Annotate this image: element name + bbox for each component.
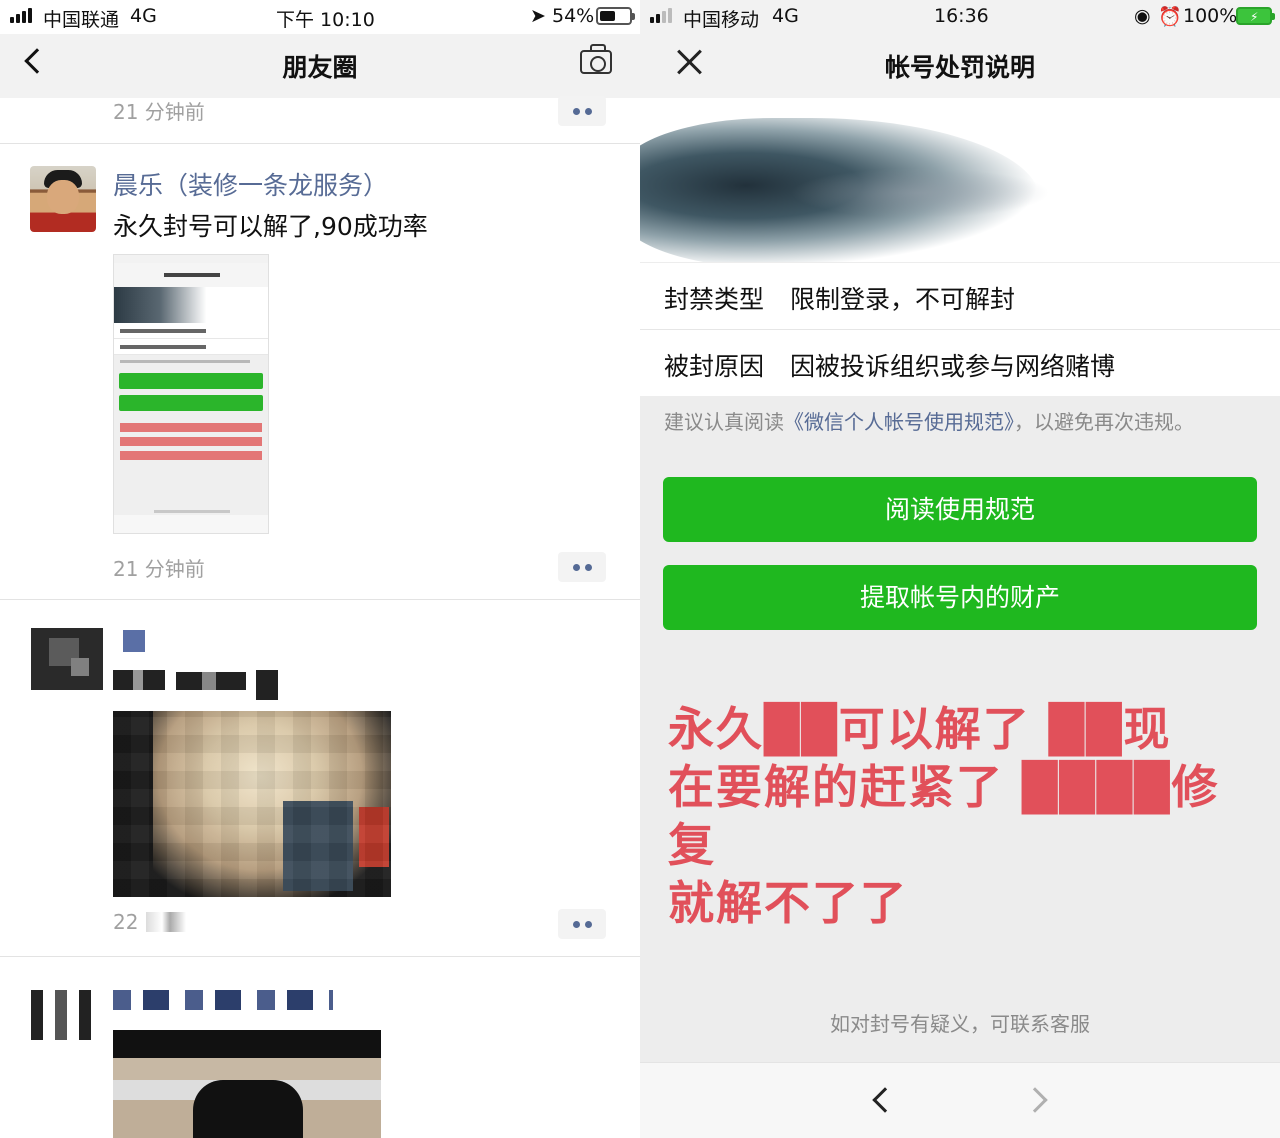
status-bar: 中国移动 4G 16:36 ◉ ⏰ 100% ⚡ [640, 0, 1280, 34]
usage-rules-link[interactable]: 《微信个人帐号使用规范》 [784, 410, 1014, 434]
pixelated-name [113, 990, 333, 1010]
back-arrow-icon[interactable] [872, 1087, 898, 1113]
status-time: 16:36 [934, 5, 989, 27]
nav-bar: 帐号处罚说明 [640, 34, 1280, 98]
pixelated-time [146, 912, 186, 932]
network-type: 4G [772, 5, 799, 27]
overlay-line-3: 就解不了了 [668, 876, 908, 930]
post-time-partial: 22 [113, 910, 139, 934]
status-time: 下午 10:10 [276, 9, 375, 31]
divider [0, 143, 640, 144]
moments-screen: 中国联通 4G 下午 10:10 ➤ 54% 朋友圈 21 分钟前 晨乐（装修一… [0, 0, 640, 1138]
post-author-name[interactable]: 晨乐（装修一条龙服务） [113, 166, 388, 202]
battery-fill [600, 11, 615, 21]
signal-icon [650, 8, 672, 23]
camera-icon[interactable] [580, 44, 612, 74]
location-arrow-icon: ➤ [530, 5, 546, 27]
account-info-blurred [640, 98, 1280, 262]
page-title: 朋友圈 [282, 53, 358, 82]
ban-type-row: 封禁类型 限制登录，不可解封 [640, 263, 1280, 329]
pixelated-name [123, 630, 145, 652]
signal-icon [10, 8, 32, 23]
browser-bottom-bar [640, 1062, 1280, 1138]
advice-prefix: 建议认真阅读 [664, 410, 784, 434]
status-bar: 中国联通 4G 下午 10:10 ➤ 54% [0, 0, 640, 34]
pixelated-post-image[interactable] [113, 1030, 381, 1138]
post-text: 永久封号可以解了,90成功率 [113, 212, 428, 241]
nav-bar: 朋友圈 [0, 34, 640, 98]
ban-reason-value: 因被投诉组织或参与网络赌博 [790, 352, 1116, 381]
ban-type-value: 限制登录，不可解封 [790, 285, 1016, 314]
ban-type-label: 封禁类型 [664, 285, 765, 314]
battery-charging-icon: ⚡ [1236, 7, 1275, 25]
battery-percent: 54% [552, 5, 595, 27]
withdraw-assets-button[interactable]: 提取帐号内的财产 [663, 565, 1257, 630]
network-type: 4G [130, 5, 157, 27]
post-time: 21 分钟前 [113, 100, 205, 124]
avatar[interactable] [30, 166, 96, 232]
account-penalty-screen: 中国移动 4G 16:36 ◉ ⏰ 100% ⚡ 帐号处罚说明 封禁类型 限制登… [640, 0, 1280, 1138]
rotation-lock-icon: ◉ [1134, 5, 1151, 27]
battery-percent: 100% [1183, 5, 1238, 27]
forward-arrow-icon[interactable] [1022, 1087, 1048, 1113]
advice-text: 建议认真阅读《微信个人帐号使用规范》，以避免再次违规。 [664, 406, 1194, 435]
pixelated-text [176, 672, 246, 690]
more-options-button[interactable] [558, 96, 606, 126]
avatar[interactable] [31, 628, 103, 690]
overlay-line-2: 在要解的赶紧了 ████修复 [668, 760, 1220, 872]
contact-support-text[interactable]: 如对封号有疑义，可联系客服 [640, 1008, 1280, 1037]
page-title: 帐号处罚说明 [884, 53, 1035, 82]
alarm-icon: ⏰ [1158, 6, 1182, 28]
overlay-red-text: 永久██可以解了 ██现 在要解的赶紧了 ████修复 就解不了了 [668, 700, 1238, 932]
avatar[interactable] [31, 990, 103, 1040]
ban-reason-label: 被封原因 [664, 352, 765, 381]
read-rules-button[interactable]: 阅读使用规范 [663, 477, 1257, 542]
pixelated-text [113, 670, 165, 690]
advice-suffix: ，以避免再次违规。 [1014, 410, 1194, 434]
overlay-line-1: 永久██可以解了 ██现 [668, 702, 1172, 756]
pixelated-text [256, 670, 278, 700]
carrier-name: 中国移动 [683, 9, 760, 31]
pixelated-post-image[interactable] [113, 711, 391, 897]
battery-icon [596, 7, 635, 25]
divider [0, 956, 640, 957]
more-options-button[interactable] [558, 552, 606, 582]
divider [0, 599, 640, 600]
post-image-screenshot[interactable] [113, 254, 269, 534]
more-options-button[interactable] [558, 909, 606, 939]
ban-reason-row: 被封原因 因被投诉组织或参与网络赌博 [640, 330, 1280, 396]
carrier-name: 中国联通 [43, 9, 120, 31]
post-time: 21 分钟前 [113, 557, 205, 581]
